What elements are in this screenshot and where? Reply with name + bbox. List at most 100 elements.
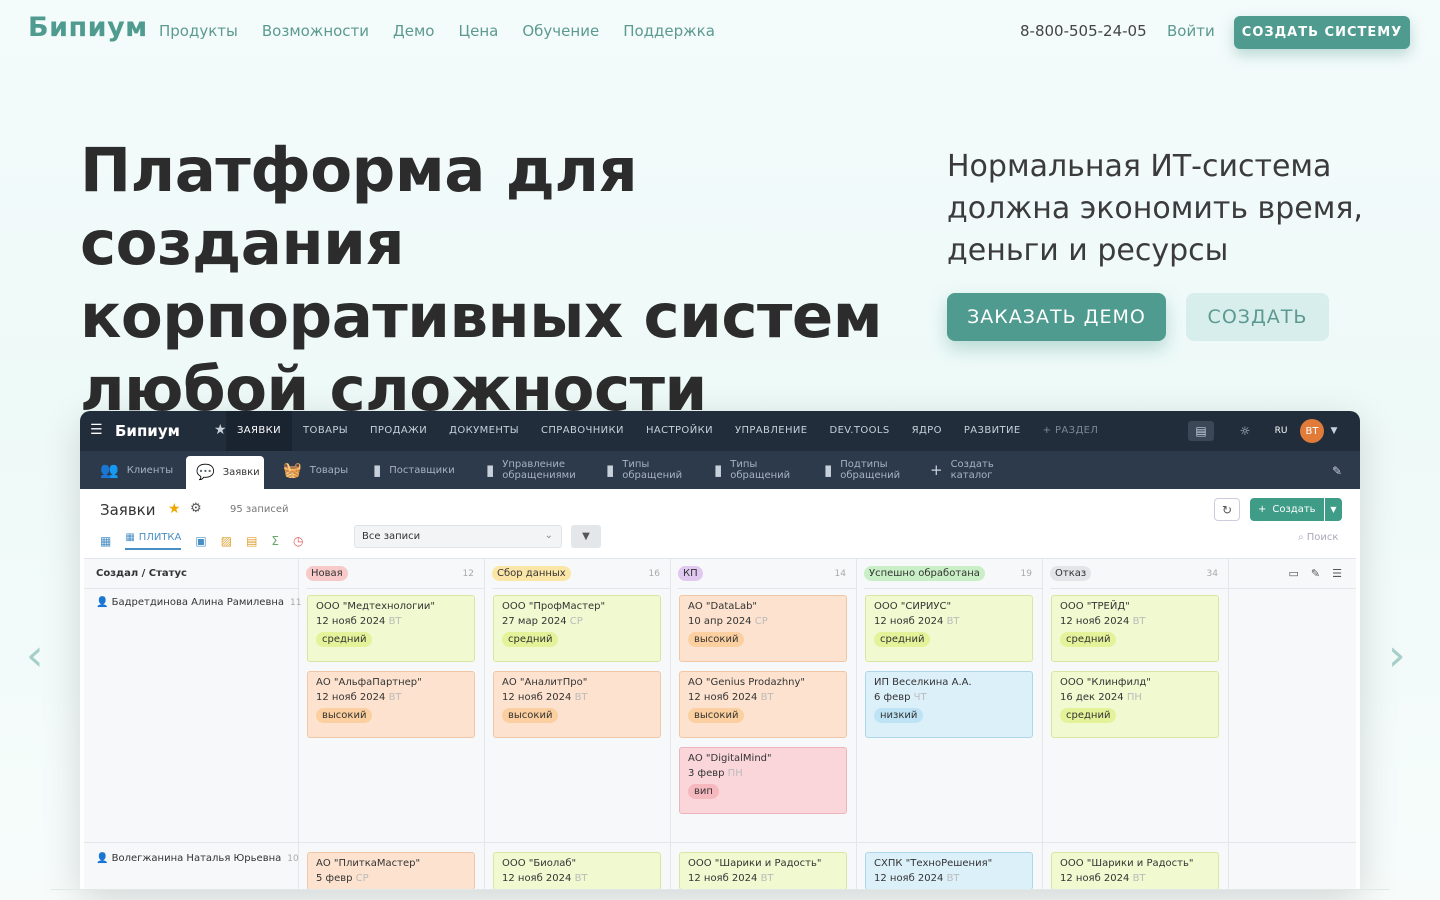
kanban-card[interactable]: ИП Веселкина А.А. 6 февр ЧТ низкий [865, 671, 1033, 738]
tile-icon: ▦ [125, 532, 135, 543]
tab-request-types[interactable]: ▮ Типы обращений [606, 451, 686, 489]
card-date: 12 нояб 2024 ВТ [874, 873, 960, 884]
card-date: 3 февр ПН [688, 768, 743, 779]
column-count: 16 [648, 569, 660, 579]
section-documents[interactable]: ДОКУМЕНТЫ [438, 411, 530, 451]
card-date: 12 нояб 2024 ВТ [688, 692, 774, 703]
plus-icon: + [1258, 504, 1267, 515]
kanban-card[interactable]: ООО "ПрофМастер" 27 мар 2024 СР средний [493, 595, 661, 662]
kanban-card[interactable]: АО "ПлиткаМастер" 5 февр СР [307, 852, 475, 890]
doc-icon: ▮ [714, 460, 723, 479]
card-date: 12 нояб 2024 ВТ [874, 616, 960, 627]
records-filter-select[interactable]: Все записи ⌄ [354, 525, 562, 548]
login-link[interactable]: Войти [1167, 22, 1215, 40]
list-icon[interactable]: ☰ [1332, 567, 1342, 580]
kanban-card[interactable]: АО "DigitalMind" 3 февр ПН вип [679, 747, 847, 814]
sum-icon[interactable]: Σ [271, 534, 279, 548]
favorites-icon[interactable]: ★ [214, 422, 227, 438]
basket-icon: 🧺 [283, 460, 302, 479]
add-section[interactable]: + РАЗДЕЛ [1032, 411, 1110, 451]
tab-request-management[interactable]: ▮ Управление обращениями [486, 451, 582, 489]
card-title: АО "ПлиткаМастер" [316, 858, 421, 869]
kanban-card[interactable]: ООО "СИРИУС" 12 нояб 2024 ВТ средний [865, 595, 1033, 662]
nav-features[interactable]: Возможности [262, 22, 369, 40]
create-button[interactable]: СОЗДАТЬ [1186, 293, 1329, 341]
tile-view-tab[interactable]: ▦ ПЛИТКА [125, 532, 182, 550]
kanban-card[interactable]: АО "АналитПро" 12 нояб 2024 ВТ высокий [493, 671, 661, 738]
section-devtools[interactable]: DEV.TOOLS [818, 411, 900, 451]
kanban-card[interactable]: СХПК "ТехноРешения" 12 нояб 2024 ВТ [865, 852, 1033, 890]
card-title: ООО "СИРИУС" [874, 601, 952, 612]
filter-icon[interactable]: ▼ [571, 525, 601, 548]
favorite-star-icon[interactable]: ★ [168, 501, 181, 517]
section-settings[interactable]: НАСТРОЙКИ [635, 411, 724, 451]
tab-request-types-2[interactable]: ▮ Типы обращений [714, 451, 794, 489]
refresh-icon[interactable]: ↻ [1214, 498, 1240, 521]
nav-support[interactable]: Поддержка [623, 22, 715, 40]
search-input[interactable]: ⌕ Поиск [1298, 532, 1338, 543]
carousel-prev-icon[interactable]: ‹ [26, 630, 44, 681]
kanban-card[interactable]: ООО "Клинфилд" 16 дек 2024 ПН средний [1051, 671, 1219, 738]
app-screenshot: ☰ Бипиум ★ ЗАЯВКИ ТОВАРЫ ПРОДАЖИ ДОКУМЕН… [80, 411, 1360, 890]
kanban-card[interactable]: АО "DataLab" 10 апр 2024 СР высокий [679, 595, 847, 662]
theme-icon[interactable]: ☼ [1236, 421, 1254, 441]
row-owner: 👤 Бадретдинова Алина Рамилевна 11 [96, 597, 302, 608]
doc-icon: ▮ [373, 460, 382, 479]
chevron-down-icon[interactable]: ▼ [1328, 421, 1340, 441]
record-count: 95 записей [230, 504, 289, 515]
gantt-icon[interactable]: ▤ [246, 534, 257, 548]
column-count: 12 [462, 569, 474, 579]
avatar[interactable]: BT [1300, 419, 1324, 443]
status-badge: КП [678, 566, 703, 581]
section-goods[interactable]: ТОВАРЫ [292, 411, 359, 451]
tab-create-catalog[interactable]: + Создать каталог [930, 451, 1000, 489]
section-management[interactable]: УПРАВЛЕНИЕ [724, 411, 819, 451]
kanban-card[interactable]: ООО "Шарики и Радость" 12 нояб 2024 ВТ [1051, 852, 1219, 890]
nav-demo[interactable]: Демо [393, 22, 434, 40]
calendar-icon[interactable]: ▣ [195, 534, 206, 548]
kanban-card[interactable]: ООО "ТРЕЙД" 12 нояб 2024 ВТ средний [1051, 595, 1219, 662]
kanban-card[interactable]: ООО "Медтехнологии" 12 нояб 2024 ВТ средни… [307, 595, 475, 662]
create-record-button[interactable]: + Создать ▼ [1250, 498, 1342, 521]
gear-icon[interactable]: ⚙ [190, 501, 202, 516]
phone-link[interactable]: 8-800-505-24-05 [1020, 22, 1147, 40]
nav-learning[interactable]: Обучение [522, 22, 599, 40]
order-demo-button[interactable]: ЗАКАЗАТЬ ДЕМО [947, 293, 1166, 341]
card-title: ООО "Медтехнологии" [316, 601, 435, 612]
card-title: АО "DigitalMind" [688, 753, 772, 764]
card-title: ООО "ТРЕЙД" [1060, 601, 1130, 612]
history-icon[interactable]: ◷ [293, 534, 303, 548]
comment-icon[interactable]: ▭ [1289, 567, 1299, 580]
section-core[interactable]: ЯДРО [901, 411, 953, 451]
tab-suppliers[interactable]: ▮ Поставщики [373, 451, 455, 489]
priority-badge: средний [874, 632, 931, 647]
tab-goods[interactable]: 🧺 Товары [283, 451, 348, 489]
column-count: 19 [1020, 569, 1032, 579]
logo[interactable]: Бипиум [28, 12, 148, 43]
kanban-card[interactable]: ООО "Биолаб" 12 нояб 2024 ВТ [493, 852, 661, 890]
edit-icon[interactable]: ✎ [1330, 461, 1344, 481]
section-requests[interactable]: ЗАЯВКИ [226, 411, 293, 451]
kanban-card[interactable]: ООО "Шарики и Радость" 12 нояб 2024 ВТ [679, 852, 847, 890]
section-development[interactable]: РАЗВИТИЕ [953, 411, 1032, 451]
nav-products[interactable]: Продукты [159, 22, 238, 40]
tab-requests[interactable]: 💬 Заявки [186, 456, 264, 489]
tab-request-subtypes[interactable]: ▮ Подтипы обращений [824, 451, 910, 489]
section-sales[interactable]: ПРОДАЖИ [359, 411, 438, 451]
doc-icon: ▮ [486, 460, 495, 479]
carousel-next-icon[interactable]: › [1388, 630, 1406, 681]
chart-icon[interactable]: ▨ [221, 534, 232, 548]
table-view-icon[interactable]: ▦ [100, 534, 111, 548]
language-switch[interactable]: RU [1270, 421, 1292, 441]
note-icon[interactable]: ✎ [1311, 567, 1320, 580]
tab-clients[interactable]: 👥 Клиенты [100, 451, 173, 489]
section-directories[interactable]: СПРАВОЧНИКИ [530, 411, 635, 451]
create-system-button[interactable]: СОЗДАТЬ СИСТЕМУ [1234, 16, 1410, 49]
menu-icon[interactable]: ☰ [90, 422, 103, 438]
chevron-down-icon[interactable]: ▼ [1324, 498, 1342, 521]
card-date: 12 нояб 2024 ВТ [688, 873, 774, 884]
chat-icon[interactable]: ▤ [1188, 421, 1214, 441]
kanban-card[interactable]: АО "АльфаПартнер" 12 нояб 2024 ВТ высокий [307, 671, 475, 738]
nav-price[interactable]: Цена [459, 22, 499, 40]
kanban-card[interactable]: АО "Genius Prodazhny" 12 нояб 2024 ВТ высо… [679, 671, 847, 738]
